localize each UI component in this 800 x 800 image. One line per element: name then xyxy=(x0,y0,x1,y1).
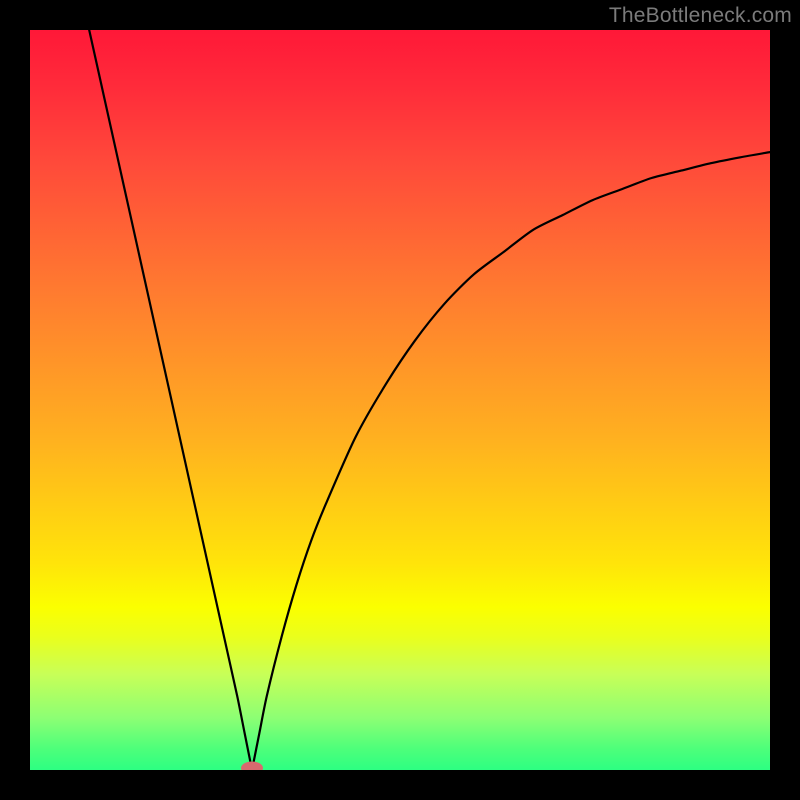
bottleneck-curve xyxy=(89,30,770,770)
watermark-text: TheBottleneck.com xyxy=(609,4,792,28)
plot-area xyxy=(30,30,770,770)
minimum-marker xyxy=(241,762,263,771)
chart-container: TheBottleneck.com xyxy=(0,0,800,800)
curve-svg xyxy=(30,30,770,770)
